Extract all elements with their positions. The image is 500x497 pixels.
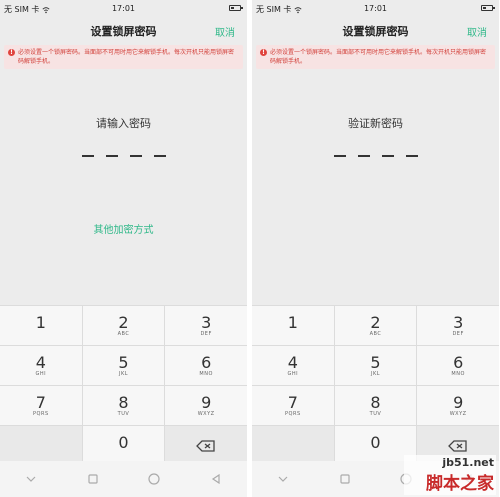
delete-key[interactable] xyxy=(165,426,247,465)
key-0[interactable]: 0 xyxy=(82,426,165,465)
backspace-icon xyxy=(448,439,467,452)
square-icon xyxy=(340,474,350,484)
numeric-keypad: 1 2 ABC 3 DEF 4 GHI 5 JKL 6 MNO 7 PQRS 8 TUV 9W… xyxy=(0,305,247,465)
key-4[interactable]: 4 GHI xyxy=(252,346,334,385)
cancel-button[interactable]: 取消 xyxy=(467,24,487,39)
chevron-down-icon xyxy=(26,476,36,482)
key-8[interactable]: 8 TUV xyxy=(334,386,417,425)
key-6[interactable]: 6 MNO xyxy=(417,346,499,385)
pin-indicator xyxy=(252,155,499,157)
nav-bar: 设置锁屏密码 取消 xyxy=(252,18,499,42)
numeric-keypad: 1 2 ABC 3 DEF 4 GHI 5 JKL 6 MNO 7 PQRS 8 TUV 9W… xyxy=(252,305,499,465)
key-7[interactable]: 7 PQRS xyxy=(252,386,334,425)
recent-apps-button[interactable] xyxy=(83,469,103,489)
recent-apps-button[interactable] xyxy=(335,469,355,489)
warning-text: 必须设置一个锁屏密码。当面部不可用时用它来解锁手机。每次开机只能用锁屏密码解锁手… xyxy=(270,49,487,65)
key-4[interactable]: 4 GHI xyxy=(0,346,82,385)
watermark-brand: 脚本之家 xyxy=(426,474,494,494)
status-time: 17:01 xyxy=(363,4,388,13)
triangle-back-icon xyxy=(212,474,220,484)
key-3[interactable]: 3 DEF xyxy=(165,306,247,345)
cancel-button[interactable]: 取消 xyxy=(215,24,235,39)
page-title: 设置锁屏密码 xyxy=(90,25,157,38)
site-watermark: jb51.net 脚本之家 xyxy=(404,455,496,495)
warning-icon: ! xyxy=(8,49,15,56)
key-8[interactable]: 8 TUV xyxy=(82,386,165,425)
battery-icon xyxy=(229,5,243,11)
pin-slot xyxy=(381,155,394,157)
other-encryption-link[interactable]: 其他加密方式 xyxy=(0,221,247,236)
home-button[interactable] xyxy=(144,469,164,489)
battery-icon xyxy=(481,5,495,11)
key-9[interactable]: 9 WXYZ xyxy=(165,386,247,425)
chevron-down-icon xyxy=(278,476,288,482)
hide-keyboard-button[interactable] xyxy=(273,469,293,489)
pin-slot xyxy=(357,155,370,157)
warning-icon: ! xyxy=(260,49,267,56)
pin-slot xyxy=(105,155,118,157)
key-2[interactable]: 2 ABC xyxy=(82,306,165,345)
screen-set-password: 无 SIM 卡 17:01 设置锁屏密码 取消 ! 必须设置一个锁屏密码。当面部… xyxy=(0,0,247,497)
key-blank xyxy=(0,426,82,465)
password-prompt: 验证新密码 xyxy=(348,117,403,130)
back-button[interactable] xyxy=(206,469,226,489)
key-9[interactable]: 9 WXYZ xyxy=(417,386,499,425)
pin-slot xyxy=(333,155,346,157)
status-time: 17:01 xyxy=(111,4,136,13)
page-title: 设置锁屏密码 xyxy=(342,25,409,38)
pin-slot xyxy=(405,155,418,157)
warning-text: 必须设置一个锁屏密码。当面部不可用时用它来解锁手机。每次开机只能用锁屏密码解锁手… xyxy=(18,49,235,65)
warning-banner: ! 必须设置一个锁屏密码。当面部不可用时用它来解锁手机。每次开机只能用锁屏密码解… xyxy=(256,45,495,69)
key-6[interactable]: 6 MNO xyxy=(165,346,247,385)
warning-banner: ! 必须设置一个锁屏密码。当面部不可用时用它来解锁手机。每次开机只能用锁屏密码解… xyxy=(4,45,243,69)
status-bar: 无 SIM 卡 17:01 xyxy=(0,0,247,18)
key-blank xyxy=(252,426,334,465)
square-icon xyxy=(88,474,98,484)
key-1[interactable]: 1 xyxy=(0,306,82,345)
key-1[interactable]: 1 xyxy=(252,306,334,345)
status-bar: 无 SIM 卡 17:01 xyxy=(252,0,499,18)
backspace-icon xyxy=(196,439,215,452)
pin-slot xyxy=(153,155,166,157)
hide-keyboard-button[interactable] xyxy=(21,469,41,489)
pin-slot xyxy=(129,155,142,157)
pin-slot xyxy=(81,155,94,157)
watermark-site: jb51.net xyxy=(442,456,494,469)
key-3[interactable]: 3 DEF xyxy=(417,306,499,345)
pin-indicator xyxy=(0,155,247,157)
key-5[interactable]: 5 JKL xyxy=(334,346,417,385)
system-navigation-bar xyxy=(0,461,247,497)
screen-verify-password: 无 SIM 卡 17:01 设置锁屏密码 取消 ! 必须设置一个锁屏密码。当面部… xyxy=(252,0,499,497)
circle-icon xyxy=(148,473,160,485)
password-prompt: 请输入密码 xyxy=(96,117,151,130)
key-2[interactable]: 2 ABC xyxy=(334,306,417,345)
key-7[interactable]: 7 PQRS xyxy=(0,386,82,425)
key-5[interactable]: 5 JKL xyxy=(82,346,165,385)
nav-bar: 设置锁屏密码 取消 xyxy=(0,18,247,42)
